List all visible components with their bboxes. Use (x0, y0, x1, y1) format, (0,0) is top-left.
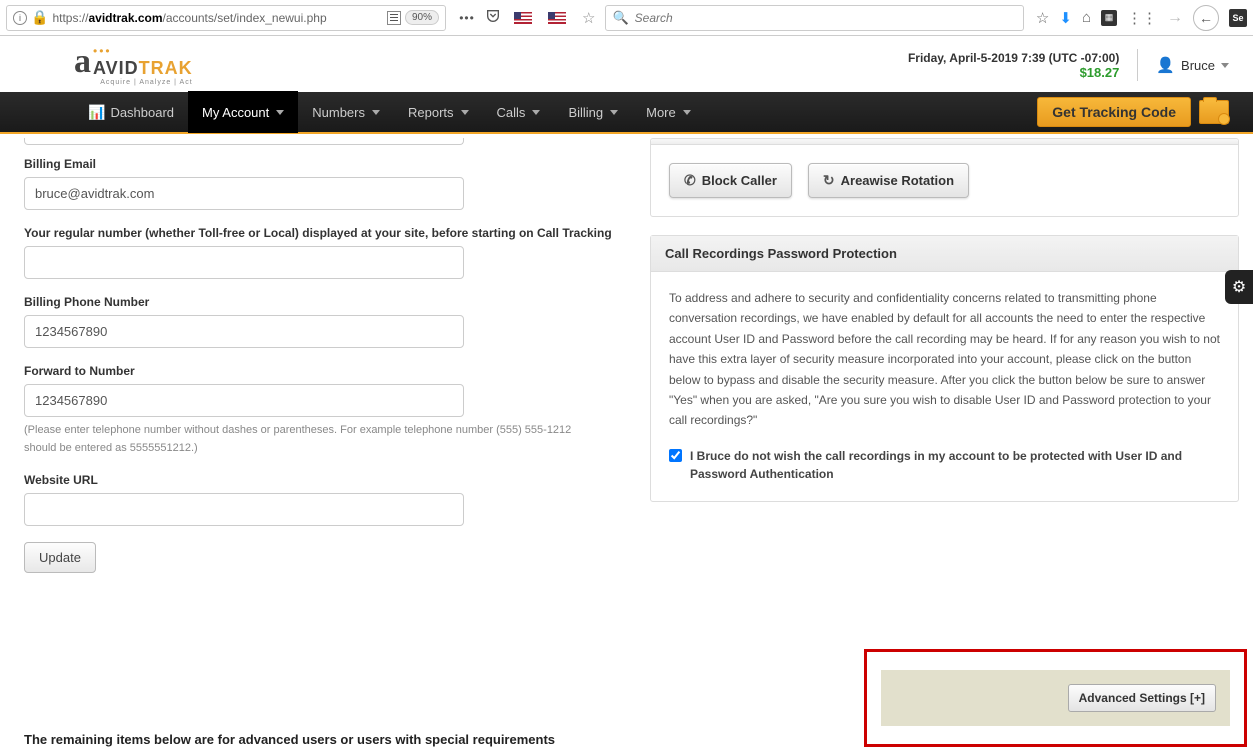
browser-search-bar[interactable]: 🔍 (605, 5, 1023, 31)
website-url-label: Website URL (24, 473, 624, 487)
downloads-icon[interactable]: ⬇ (1059, 9, 1072, 27)
get-tracking-code-button[interactable]: Get Tracking Code (1037, 97, 1191, 127)
nav-billing[interactable]: Billing (554, 91, 632, 133)
caret-down-icon (1221, 63, 1229, 68)
user-menu[interactable]: 👤 Bruce (1156, 56, 1229, 74)
forward-number-label: Forward to Number (24, 364, 624, 378)
regular-number-label: Your regular number (whether Toll-free o… (24, 226, 624, 240)
nav-numbers[interactable]: Numbers (298, 91, 394, 133)
reader-mode-icon[interactable] (387, 11, 401, 25)
logo[interactable]: a ••• AVIDTRAK Acquire | Analyze | Act (74, 44, 193, 86)
website-url-input[interactable] (24, 493, 464, 526)
phone-block-icon: ✆ (684, 172, 696, 189)
person-icon: 👤 (1156, 56, 1175, 74)
url-text: https://avidtrak.com/accounts/set/index_… (52, 11, 383, 25)
gear-icon: ⚙ (1232, 277, 1246, 297)
home-icon[interactable]: ⌂ (1082, 9, 1091, 26)
regular-number-input[interactable] (24, 246, 464, 279)
flag-us-icon-2 (548, 12, 566, 24)
truncated-previous-field (24, 138, 464, 145)
billing-email-input[interactable] (24, 177, 464, 210)
caret-down-icon (461, 110, 469, 115)
qr-icon[interactable]: ▦ (1101, 10, 1117, 26)
bookmarks-icon[interactable]: ☆ (1036, 9, 1049, 27)
logo-tagline: Acquire | Analyze | Act (74, 79, 193, 86)
browser-search-input[interactable] (635, 11, 1017, 25)
url-bar[interactable]: i 🔒 https://avidtrak.com/accounts/set/in… (6, 5, 446, 31)
pocket-icon[interactable] (485, 8, 501, 27)
block-caller-button[interactable]: ✆ Block Caller (669, 163, 792, 198)
library-icon[interactable]: ⋮⋮ (1127, 9, 1157, 27)
disable-protection-label[interactable]: I Bruce do not wish the call recordings … (690, 447, 1220, 483)
caret-down-icon (683, 110, 691, 115)
user-name: Bruce (1181, 58, 1215, 73)
main-nav: 📊 Dashboard My Account Numbers Reports C… (0, 92, 1253, 134)
lock-icon: 🔒 (31, 9, 48, 26)
settings-gear-tab[interactable]: ⚙ (1225, 270, 1253, 304)
folder-home-icon[interactable] (1199, 100, 1229, 124)
nav-more[interactable]: More (632, 91, 705, 133)
search-icon: 🔍 (612, 10, 628, 26)
flag-us-icon (514, 12, 532, 24)
advanced-settings-button[interactable]: Advanced Settings [+] (1068, 684, 1216, 712)
protection-description: To address and adhere to security and co… (651, 272, 1238, 447)
header-balance: $18.27 (908, 65, 1119, 80)
advanced-settings-highlight: Advanced Settings [+] (864, 649, 1247, 747)
forward-nav-icon[interactable]: → (1167, 9, 1183, 27)
protection-title: Call Recordings Password Protection (651, 236, 1238, 272)
browser-toolbar: i 🔒 https://avidtrak.com/accounts/set/in… (0, 0, 1253, 36)
selenium-icon[interactable]: Se (1229, 9, 1247, 27)
actions-panel: ✆ Block Caller ↻ Areawise Rotation (650, 138, 1239, 217)
areawise-rotation-button[interactable]: ↻ Areawise Rotation (808, 163, 969, 198)
back-nav-button[interactable]: ← (1193, 5, 1219, 31)
billing-phone-input[interactable] (24, 315, 464, 348)
forward-number-input[interactable] (24, 384, 464, 417)
billing-email-label: Billing Email (24, 157, 624, 171)
nav-reports[interactable]: Reports (394, 91, 483, 133)
info-icon[interactable]: i (13, 11, 27, 25)
caret-down-icon (276, 110, 284, 115)
page-actions-icon[interactable]: ••• (459, 11, 475, 25)
header-datetime: Friday, April-5-2019 7:39 (UTC -07:00) (908, 51, 1119, 65)
caret-down-icon (372, 110, 380, 115)
page-header: a ••• AVIDTRAK Acquire | Analyze | Act F… (0, 36, 1253, 92)
rotation-icon: ↻ (823, 172, 835, 189)
billing-phone-label: Billing Phone Number (24, 295, 624, 309)
dashboard-icon: 📊 (88, 104, 105, 121)
bookmark-star-icon[interactable]: ☆ (582, 9, 595, 27)
update-button[interactable]: Update (24, 542, 96, 573)
password-protection-panel: Call Recordings Password Protection To a… (650, 235, 1239, 502)
nav-myaccount[interactable]: My Account (188, 91, 298, 133)
nav-dashboard[interactable]: 📊 Dashboard (74, 91, 188, 133)
nav-calls[interactable]: Calls (483, 91, 555, 133)
header-divider (1137, 49, 1138, 81)
caret-down-icon (610, 110, 618, 115)
zoom-badge[interactable]: 90% (405, 10, 439, 25)
forward-help-text: (Please enter telephone number without d… (24, 422, 604, 457)
caret-down-icon (532, 110, 540, 115)
disable-protection-checkbox[interactable] (669, 449, 682, 462)
